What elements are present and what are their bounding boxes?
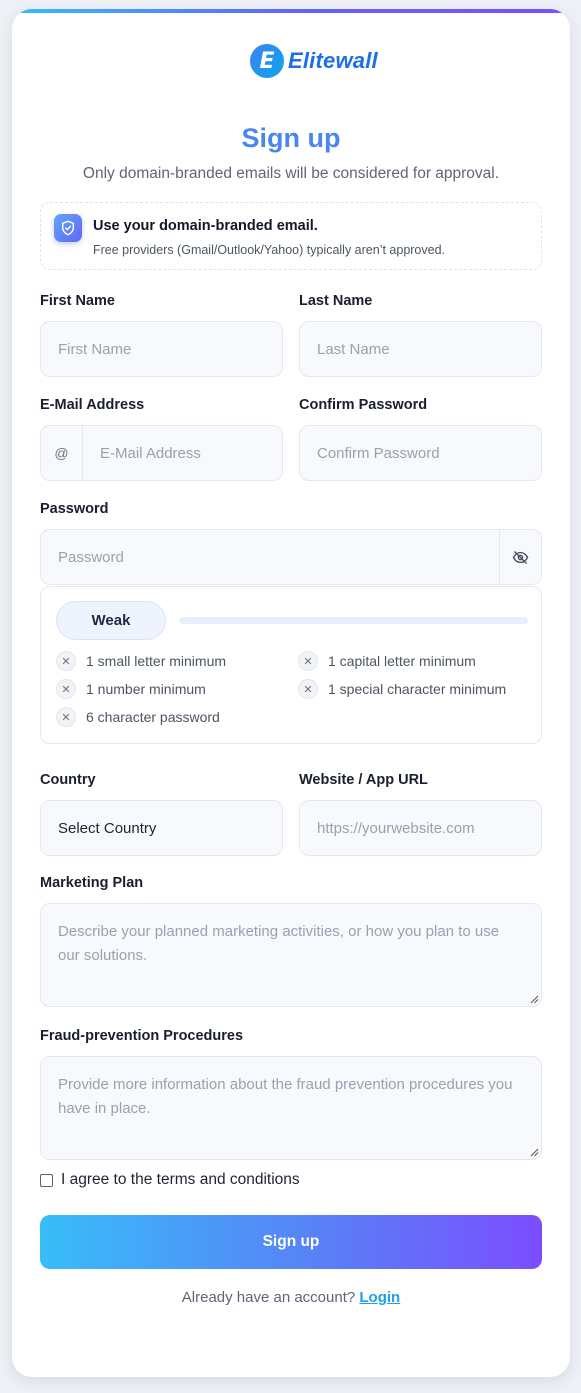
notice-text: Free providers (Gmail/Outlook/Yahoo) typ… xyxy=(93,243,446,257)
marketing-plan-textarea[interactable]: Describe your planned marketing activiti… xyxy=(40,903,542,1007)
resize-handle-icon[interactable] xyxy=(530,995,539,1004)
fraud-prevention-textarea[interactable]: Provide more information about the fraud… xyxy=(40,1056,542,1160)
brand-name: Elitewall xyxy=(288,48,378,73)
requirement-item: ✕ 1 number minimum xyxy=(56,679,206,699)
email-notice: Use your domain-branded email. Free prov… xyxy=(40,202,542,270)
requirement-item: ✕ 1 small letter minimum xyxy=(56,651,226,671)
requirement-text: 1 number minimum xyxy=(86,681,206,697)
first-name-placeholder: First Name xyxy=(58,340,132,358)
requirement-text: 6 character password xyxy=(86,709,220,725)
brand-logo[interactable]: E Elitewall xyxy=(250,43,378,79)
email-input[interactable]: @ E-Mail Address xyxy=(40,425,283,481)
country-selected-value: Select Country xyxy=(58,819,157,837)
login-prompt-text: Already have an account? xyxy=(181,1289,356,1306)
close-icon: ✕ xyxy=(298,679,318,699)
shield-check-icon xyxy=(54,214,82,242)
terms-checkbox[interactable] xyxy=(40,1173,53,1187)
website-input[interactable]: https://yourwebsite.com xyxy=(299,800,542,856)
eye-off-icon[interactable] xyxy=(499,530,541,584)
country-label: Country xyxy=(40,772,96,788)
first-name-input[interactable]: First Name xyxy=(40,321,283,377)
confirm-password-input[interactable]: Confirm Password xyxy=(299,425,542,481)
close-icon: ✕ xyxy=(56,651,76,671)
marketing-plan-label: Marketing Plan xyxy=(40,875,144,891)
at-icon: @ xyxy=(41,426,83,480)
resize-handle-icon[interactable] xyxy=(530,1148,539,1157)
notice-title: Use your domain-branded email. xyxy=(93,218,318,234)
password-placeholder: Password xyxy=(58,548,124,566)
terms-label[interactable]: I agree to the terms and conditions xyxy=(61,1171,300,1189)
confirm-password-label: Confirm Password xyxy=(299,397,428,413)
strength-meter xyxy=(179,617,528,624)
requirement-text: 1 special character minimum xyxy=(328,681,507,697)
last-name-label: Last Name xyxy=(299,293,373,309)
country-select[interactable]: Select Country xyxy=(40,800,283,856)
website-label: Website / App URL xyxy=(299,772,428,788)
page-subtitle: Only domain-branded emails will be consi… xyxy=(82,165,500,182)
fraud-prevention-label: Fraud-prevention Procedures xyxy=(40,1028,244,1044)
strength-badge: Weak xyxy=(56,601,166,640)
last-name-input[interactable]: Last Name xyxy=(299,321,542,377)
signup-card: E Elitewall Sign up Only domain-branded … xyxy=(12,9,570,1377)
password-input[interactable]: Password xyxy=(40,529,542,585)
requirement-item: ✕ 1 special character minimum xyxy=(298,679,506,699)
logo-mark-icon: E xyxy=(250,44,284,78)
page-title: Sign up xyxy=(241,123,341,153)
close-icon: ✕ xyxy=(56,707,76,727)
close-icon: ✕ xyxy=(298,651,318,671)
website-placeholder: https://yourwebsite.com xyxy=(317,819,475,837)
email-placeholder: E-Mail Address xyxy=(100,444,201,462)
requirement-text: 1 capital letter minimum xyxy=(328,653,476,669)
requirement-item: ✕ 6 character password xyxy=(56,707,220,727)
requirement-item: ✕ 1 capital letter minimum xyxy=(298,651,476,671)
close-icon: ✕ xyxy=(56,679,76,699)
last-name-placeholder: Last Name xyxy=(317,340,390,358)
email-label: E-Mail Address xyxy=(40,397,145,413)
fraud-prevention-placeholder: Provide more information about the fraud… xyxy=(58,1076,513,1117)
terms-agreement[interactable]: I agree to the terms and conditions xyxy=(40,1171,300,1189)
password-label: Password xyxy=(40,501,109,517)
requirement-text: 1 small letter minimum xyxy=(86,653,227,669)
login-prompt: Already have an account? Login xyxy=(40,1289,542,1306)
password-strength-panel: Weak ✕ 1 small letter minimum ✕ 1 capita… xyxy=(40,586,542,744)
confirm-password-placeholder: Confirm Password xyxy=(317,444,440,462)
login-link[interactable]: Login xyxy=(359,1289,400,1306)
signup-button[interactable]: Sign up xyxy=(40,1215,542,1269)
marketing-plan-placeholder: Describe your planned marketing activiti… xyxy=(58,923,500,964)
first-name-label: First Name xyxy=(40,293,115,309)
